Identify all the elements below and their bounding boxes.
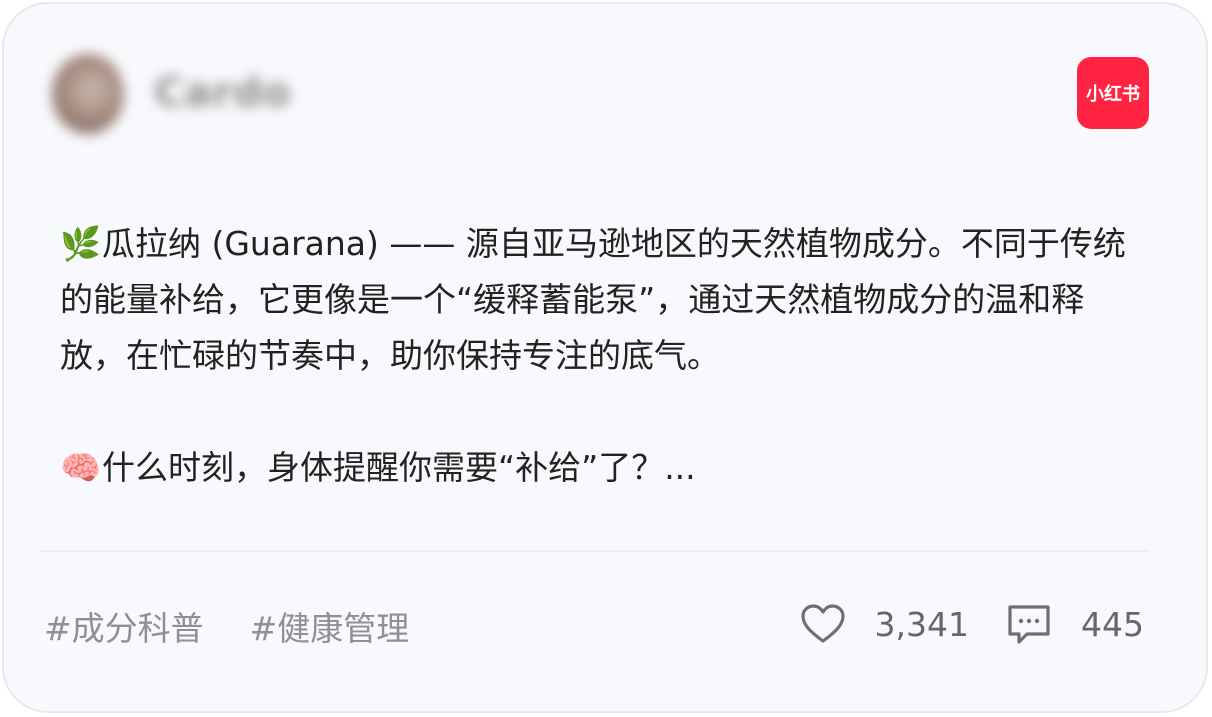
- post-header: Cardo 小红书: [4, 4, 1206, 154]
- comment-count: 445: [1081, 604, 1144, 644]
- divider: [40, 550, 1150, 552]
- hashtag-link[interactable]: #成分科普: [44, 602, 204, 650]
- post-footer: #成分科普 #健康管理 3,341 445: [4, 594, 1206, 654]
- post-paragraph-1: 🌿瓜拉纳 (Guarana) —— 源自亚马逊地区的天然植物成分。不同于传统的能…: [60, 216, 1150, 384]
- xiaohongshu-logo: 小红书: [1077, 57, 1149, 129]
- brain-emoji-icon: 🧠: [60, 448, 102, 487]
- post-paragraph-2-text[interactable]: 什么时刻，身体提醒你需要“补给”了？...: [102, 448, 696, 487]
- like-count: 3,341: [874, 604, 969, 644]
- post-body: 🌿瓜拉纳 (Guarana) —— 源自亚马逊地区的天然植物成分。不同于传统的能…: [60, 216, 1150, 496]
- username[interactable]: Cardo: [154, 70, 291, 116]
- avatar[interactable]: [52, 54, 124, 134]
- engagement-stats: 3,341 445: [799, 600, 1144, 648]
- herb-emoji-icon: 🌿: [60, 224, 102, 263]
- post-paragraph-1-text: 瓜拉纳 (Guarana) —— 源自亚马逊地区的天然植物成分。不同于传统的能量…: [60, 224, 1126, 375]
- tag-list: #成分科普 #健康管理: [44, 602, 409, 650]
- comment-icon[interactable]: [1005, 600, 1053, 648]
- post-paragraph-2[interactable]: 🧠什么时刻，身体提醒你需要“补给”了？...: [60, 440, 1150, 496]
- post-card[interactable]: Cardo 小红书 🌿瓜拉纳 (Guarana) —— 源自亚马逊地区的天然植物…: [2, 2, 1208, 713]
- hashtag-link[interactable]: #健康管理: [250, 602, 410, 650]
- heart-icon[interactable]: [799, 600, 847, 648]
